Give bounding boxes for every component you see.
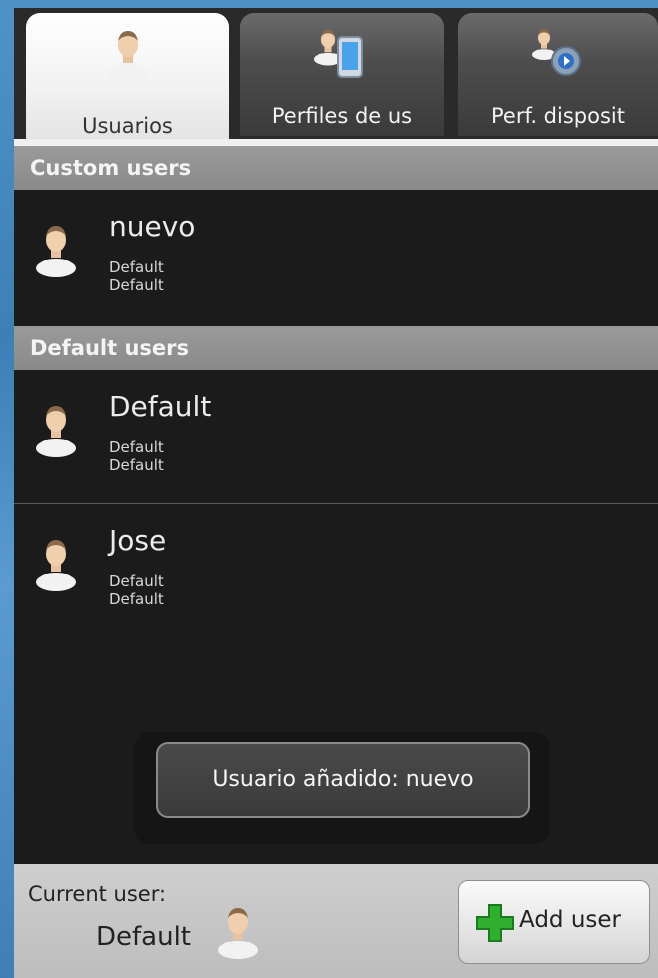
user-phone-icon [314,29,363,78]
user-detail-line1: Default [109,572,164,590]
user-avatar-icon [36,540,76,591]
tab-divider [14,139,658,146]
section-header-custom: Custom users [14,146,658,190]
list-item-default[interactable]: Default Default Default [14,370,658,502]
user-avatar-icon [36,406,76,457]
list-item-jose[interactable]: Jose Default Default [14,504,658,636]
user-name: nuevo [109,210,196,243]
user-name: Default [109,390,212,423]
user-icon [107,31,148,82]
user-name: Jose [109,524,167,557]
user-detail-line2: Default [109,590,164,608]
toast-message: Usuario añadido: nuevo [156,742,530,818]
add-user-button[interactable]: Add user [458,880,650,964]
bottom-bar: Current user: Default Add user [14,864,658,978]
app-window: Usuarios Perfiles de us Perf. disposit C… [14,8,658,978]
tab-perfiles-dispositivo[interactable]: Perf. disposit [458,13,658,136]
user-detail-line1: Default [109,258,164,276]
tab-perfiles-de-usuario[interactable]: Perfiles de us [240,13,444,136]
user-detail-line1: Default [109,438,164,456]
list-item-nuevo[interactable]: nuevo Default Default [14,190,658,322]
tab-label: Perfiles de us [271,104,413,128]
user-detail-line2: Default [109,276,164,294]
current-user-label: Current user: [28,882,167,906]
current-user-avatar-icon [218,908,258,959]
tab-bar: Usuarios Perfiles de us Perf. disposit [14,8,658,146]
section-header-default: Default users [14,326,658,370]
tab-label: Usuarios [82,114,173,138]
current-user-name: Default [96,922,191,952]
user-avatar-icon [36,226,76,277]
tab-usuarios[interactable]: Usuarios [26,13,229,146]
user-gear-icon [532,29,581,76]
add-user-label: Add user [519,907,622,933]
plus-icon [476,904,514,942]
tab-label: Perf. disposit [491,104,625,128]
user-detail-line2: Default [109,456,164,474]
